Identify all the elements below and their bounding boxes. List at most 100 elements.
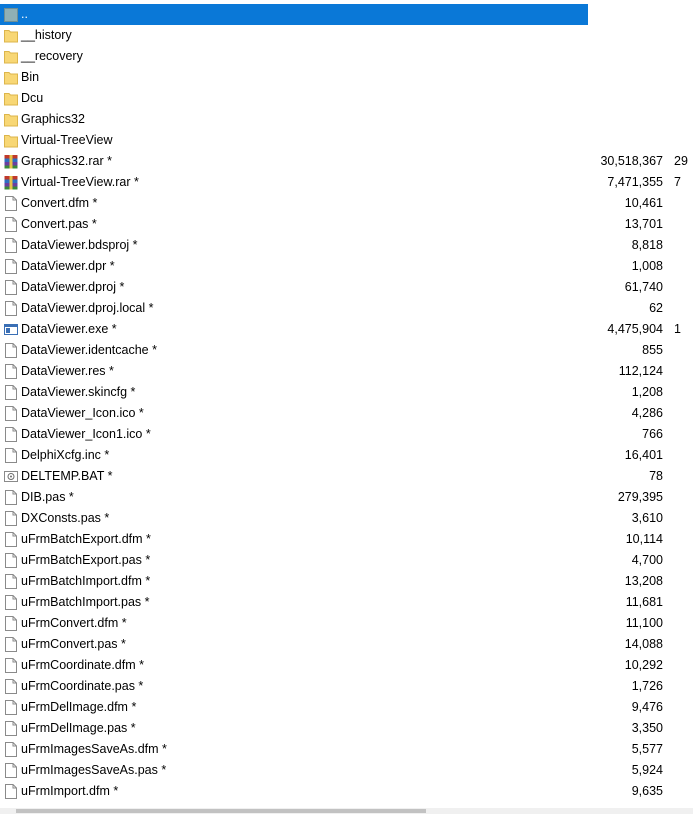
file-row[interactable]: Convert.pas * 13,701 <box>0 214 693 235</box>
file-size: 78 <box>649 469 663 483</box>
file-row[interactable]: uFrmDelImage.pas * 3,350 <box>0 718 693 739</box>
horizontal-scrollbar[interactable] <box>0 808 693 814</box>
file-row[interactable]: DataViewer.identcache * 855 <box>0 340 693 361</box>
file-row[interactable]: __recovery <box>0 46 693 67</box>
file-name-cell[interactable]: DataViewer.dproj * <box>0 277 588 298</box>
file-name: DataViewer.dproj * <box>21 280 125 294</box>
file-name-cell[interactable]: Convert.pas * <box>0 214 588 235</box>
file-row[interactable]: Virtual-TreeView <box>0 130 693 151</box>
file-row[interactable]: uFrmBatchExport.pas * 4,700 <box>0 550 693 571</box>
file-name-cell[interactable]: DataViewer.bdsproj * <box>0 235 588 256</box>
file-name-cell[interactable]: uFrmConvert.pas * <box>0 634 588 655</box>
file-icon <box>4 721 18 736</box>
file-size: 11,100 <box>625 616 663 630</box>
file-name-cell[interactable]: DataViewer.dpr * <box>0 256 588 277</box>
file-size: 855 <box>642 343 663 357</box>
file-icon <box>4 616 18 631</box>
file-list[interactable]: .. __history __recovery Bin Dcu Graphics32 Vir… <box>0 0 693 808</box>
file-size: 1,008 <box>631 259 663 273</box>
file-row[interactable]: DXConsts.pas * 3,610 <box>0 508 693 529</box>
file-row[interactable]: uFrmConvert.dfm * 11,100 <box>0 613 693 634</box>
file-name-cell[interactable]: Virtual-TreeView.rar * <box>0 172 588 193</box>
file-name-cell[interactable]: DataViewer.exe * <box>0 319 588 340</box>
file-name: __history <box>21 28 72 42</box>
file-name-cell[interactable]: DIB.pas * <box>0 487 588 508</box>
file-size: 13,701 <box>624 217 663 231</box>
file-name-cell[interactable]: DataViewer.dproj.local * <box>0 298 588 319</box>
file-row[interactable]: DataViewer.bdsproj * 8,818 <box>0 235 693 256</box>
file-name-cell[interactable]: uFrmBatchExport.pas * <box>0 550 588 571</box>
file-name-cell[interactable]: uFrmImagesSaveAs.pas * <box>0 760 588 781</box>
file-row[interactable]: DataViewer.dproj.local * 62 <box>0 298 693 319</box>
file-name-cell[interactable]: Dcu <box>0 88 588 109</box>
file-name-cell[interactable]: .. <box>0 4 588 25</box>
file-row[interactable]: uFrmCoordinate.dfm * 10,292 <box>0 655 693 676</box>
file-row[interactable]: DataViewer_Icon1.ico * 766 <box>0 424 693 445</box>
file-name-cell[interactable]: uFrmCoordinate.dfm * <box>0 655 588 676</box>
file-row[interactable]: uFrmConvert.pas * 14,088 <box>0 634 693 655</box>
file-row[interactable]: DataViewer_Icon.ico * 4,286 <box>0 403 693 424</box>
file-row[interactable]: DataViewer.skincfg * 1,208 <box>0 382 693 403</box>
file-row[interactable]: Convert.dfm * 10,461 <box>0 193 693 214</box>
file-name: uFrmBatchExport.dfm * <box>21 532 151 546</box>
file-row[interactable]: uFrmDelImage.dfm * 9,476 <box>0 697 693 718</box>
scrollbar-thumb[interactable] <box>16 809 426 813</box>
file-name-cell[interactable]: uFrmDelImage.pas * <box>0 718 588 739</box>
file-row[interactable]: uFrmBatchExport.dfm * 10,114 <box>0 529 693 550</box>
file-name-cell[interactable]: DELTEMP.BAT * <box>0 466 588 487</box>
file-extra-column: 1 <box>674 322 693 337</box>
file-name-cell[interactable]: DataViewer.identcache * <box>0 340 588 361</box>
file-name: uFrmBatchExport.pas * <box>21 553 151 567</box>
file-name-cell[interactable]: uFrmImagesSaveAs.dfm * <box>0 739 588 760</box>
file-name-cell[interactable]: Virtual-TreeView <box>0 130 588 151</box>
file-name: Convert.dfm * <box>21 196 98 210</box>
file-row[interactable]: DataViewer.exe * 4,475,904 1 <box>0 319 693 340</box>
file-name-cell[interactable]: Convert.dfm * <box>0 193 588 214</box>
file-row[interactable]: Graphics32.rar * 30,518,367 29 <box>0 151 693 172</box>
file-name-cell[interactable]: uFrmConvert.dfm * <box>0 613 588 634</box>
file-name: __recovery <box>21 49 83 63</box>
file-row[interactable]: __history <box>0 25 693 46</box>
file-name-cell[interactable]: uFrmBatchImport.pas * <box>0 592 588 613</box>
file-name-cell[interactable]: DataViewer_Icon1.ico * <box>0 424 588 445</box>
file-row[interactable]: DIB.pas * 279,395 <box>0 487 693 508</box>
file-row[interactable]: Bin <box>0 67 693 88</box>
file-name-cell[interactable]: DelphiXcfg.inc * <box>0 445 588 466</box>
file-row[interactable]: DelphiXcfg.inc * 16,401 <box>0 445 693 466</box>
file-row[interactable]: uFrmImagesSaveAs.dfm * 5,577 <box>0 739 693 760</box>
file-name-cell[interactable]: uFrmCoordinate.pas * <box>0 676 588 697</box>
file-row[interactable]: .. <box>0 4 693 25</box>
folder-icon <box>4 112 18 127</box>
file-name-cell[interactable]: __history <box>0 25 588 46</box>
file-row[interactable]: DataViewer.res * 112,124 <box>0 361 693 382</box>
file-row[interactable]: uFrmImagesSaveAs.pas * 5,924 <box>0 760 693 781</box>
file-extra-value: 1 <box>674 322 681 336</box>
file-row[interactable]: uFrmImport.dfm * 9,635 <box>0 781 693 802</box>
file-row[interactable]: uFrmBatchImport.pas * 11,681 <box>0 592 693 613</box>
file-name-cell[interactable]: uFrmImport.dfm * <box>0 781 588 802</box>
file-row[interactable]: Dcu <box>0 88 693 109</box>
file-name-cell[interactable]: DXConsts.pas * <box>0 508 588 529</box>
file-icon <box>4 490 18 505</box>
file-row[interactable]: DataViewer.dpr * 1,008 <box>0 256 693 277</box>
file-name-cell[interactable]: uFrmDelImage.dfm * <box>0 697 588 718</box>
file-size: 62 <box>649 301 663 315</box>
file-name-cell[interactable]: uFrmBatchExport.dfm * <box>0 529 588 550</box>
file-name-cell[interactable]: Graphics32 <box>0 109 588 130</box>
file-name-cell[interactable]: DataViewer.res * <box>0 361 588 382</box>
file-name-cell[interactable]: DataViewer.skincfg * <box>0 382 588 403</box>
file-row[interactable]: Graphics32 <box>0 109 693 130</box>
file-name-cell[interactable]: Bin <box>0 67 588 88</box>
file-size: 279,395 <box>617 490 663 504</box>
file-name: uFrmImport.dfm * <box>21 784 119 798</box>
file-row[interactable]: uFrmBatchImport.dfm * 13,208 <box>0 571 693 592</box>
file-name-cell[interactable]: Graphics32.rar * <box>0 151 588 172</box>
file-row[interactable]: Virtual-TreeView.rar * 7,471,355 7 <box>0 172 693 193</box>
file-name-cell[interactable]: __recovery <box>0 46 588 67</box>
file-row[interactable]: DataViewer.dproj * 61,740 <box>0 277 693 298</box>
exe-icon <box>4 322 18 337</box>
file-name-cell[interactable]: uFrmBatchImport.dfm * <box>0 571 588 592</box>
file-row[interactable]: DELTEMP.BAT * 78 <box>0 466 693 487</box>
file-row[interactable]: uFrmCoordinate.pas * 1,726 <box>0 676 693 697</box>
file-name-cell[interactable]: DataViewer_Icon.ico * <box>0 403 588 424</box>
